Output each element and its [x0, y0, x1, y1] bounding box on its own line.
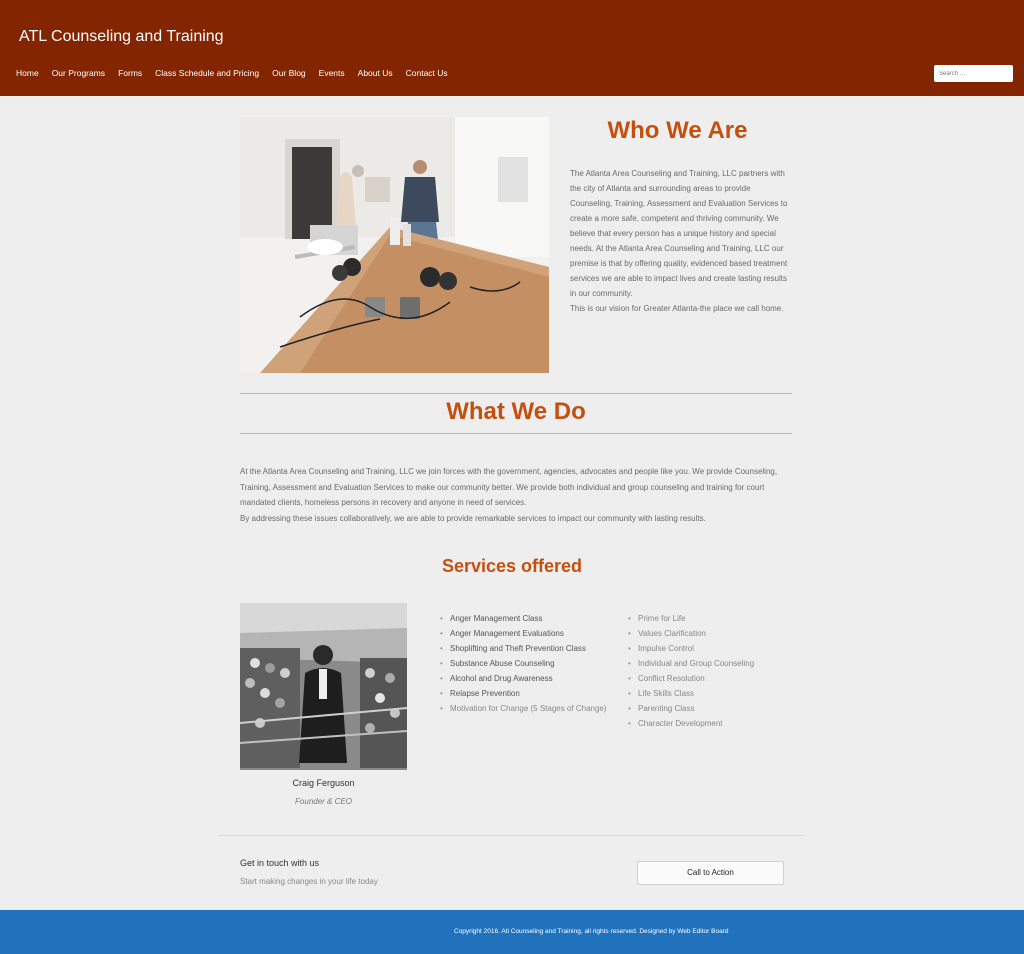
who-we-are-text: The Atlanta Area Counseling and Training…	[570, 166, 788, 316]
nav-class-schedule[interactable]: Class Schedule and Pricing	[155, 68, 259, 78]
nav-forms[interactable]: Forms	[118, 68, 142, 78]
site-footer: Copyright 2016. Atl Counseling and Train…	[0, 910, 1024, 954]
main-nav: Home Our Programs Forms Class Schedule a…	[16, 68, 461, 78]
list-item: Shoplifting and Theft Prevention Class	[440, 641, 610, 656]
divider-bottom	[240, 433, 792, 434]
nav-about-us[interactable]: About Us	[358, 68, 393, 78]
nav-our-programs[interactable]: Our Programs	[52, 68, 105, 78]
list-item: Conflict Resolution	[628, 671, 798, 686]
cta-divider	[218, 835, 805, 836]
list-item: Values Clarification	[628, 626, 798, 641]
what-we-do-text: At the Atlanta Area Counseling and Train…	[240, 464, 800, 526]
divider-top	[240, 393, 792, 394]
services-heading: Services offered	[441, 556, 583, 576]
list-item: Relapse Prevention	[440, 686, 610, 701]
who-we-are-paragraph: The Atlanta Area Counseling and Training…	[570, 169, 788, 298]
search-input[interactable]	[934, 65, 1013, 82]
list-item: Substance Abuse Counseling	[440, 656, 610, 671]
list-item: Prime for Life	[628, 611, 798, 626]
list-item: Anger Management Evaluations	[440, 626, 610, 641]
list-item: Character Development	[628, 716, 798, 731]
list-item: Impulse Control	[628, 641, 798, 656]
services-list-2: Prime for Life Values Clarification Impu…	[628, 611, 798, 731]
call-to-action-button[interactable]: Call to Action	[637, 861, 784, 885]
founder-role: Founder & CEO	[295, 797, 352, 806]
footer-copyright: Copyright 2016. Atl Counseling and Train…	[454, 928, 729, 935]
list-item: Anger Management Class	[440, 611, 610, 626]
list-item: Life Skills Class	[628, 686, 798, 701]
founder-name: Craig Ferguson	[292, 778, 355, 788]
nav-events[interactable]: Events	[319, 68, 345, 78]
who-we-are-vision: This is our vision for Greater Atlanta-t…	[570, 304, 784, 313]
site-header: ATL Counseling and Training Home Our Pro…	[0, 0, 1024, 96]
what-we-do-paragraph: At the Atlanta Area Counseling and Train…	[240, 467, 778, 507]
cta-title: Get in touch with us	[240, 858, 320, 868]
site-title[interactable]: ATL Counseling and Training	[19, 28, 224, 46]
who-we-are-heading: Who We Are	[607, 117, 748, 144]
nav-contact-us[interactable]: Contact Us	[406, 68, 448, 78]
list-item: Individual and Group Counseling	[628, 656, 798, 671]
services-list-1: Anger Management Class Anger Management …	[440, 611, 610, 716]
list-item: Alcohol and Drug Awareness	[440, 671, 610, 686]
list-item: Motivation for Change (5 Stages of Chang…	[440, 701, 610, 716]
founder-photo	[240, 603, 407, 770]
nav-home[interactable]: Home	[16, 68, 39, 78]
list-item: Parenting Class	[628, 701, 798, 716]
cta-subtitle: Start making changes in your life today	[240, 877, 378, 886]
nav-our-blog[interactable]: Our Blog	[272, 68, 306, 78]
office-photo	[240, 117, 549, 373]
what-we-do-paragraph-2: By addressing these issues collaborative…	[240, 513, 706, 523]
what-we-do-heading: What We Do	[446, 398, 586, 425]
